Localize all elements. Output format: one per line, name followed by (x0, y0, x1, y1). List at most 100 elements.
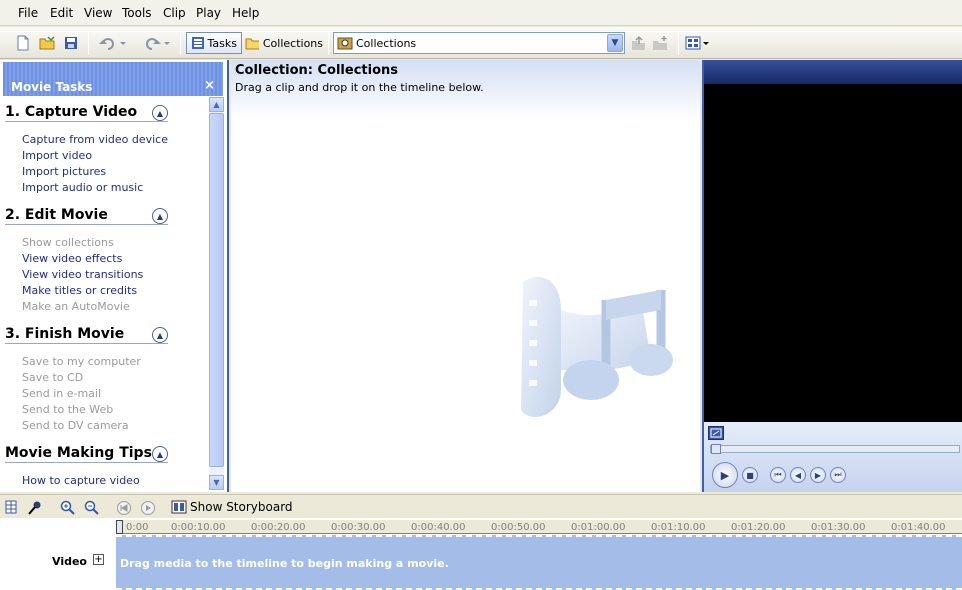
ruler-tick: 0:01:20.00 (731, 522, 786, 533)
storyboard-toggle-button[interactable] (5, 500, 17, 517)
link-capture-from-video-device[interactable]: Capture from video device (22, 133, 168, 146)
new-project-button[interactable] (12, 32, 34, 54)
menu-help[interactable]: Help (232, 6, 259, 20)
collapse-chevron-icon[interactable]: ▲ (152, 105, 168, 121)
forward-button[interactable]: ▶ (810, 467, 826, 483)
link-view-video-effects[interactable]: View video effects (22, 252, 122, 265)
seek-thumb[interactable] (711, 444, 721, 454)
menu-tools[interactable]: Tools (122, 6, 152, 20)
scroll-down-arrow-icon[interactable]: ▼ (209, 475, 224, 490)
preview-screen[interactable] (704, 84, 962, 422)
track-message: Drag media to the timeline to begin maki… (120, 557, 449, 570)
show-storyboard-label: Show Storyboard (190, 500, 293, 514)
menu-clip[interactable]: Clip (163, 6, 186, 20)
rewind-button[interactable]: ◀ (790, 467, 806, 483)
new-document-icon (17, 35, 29, 51)
timeline-grid-icon (5, 500, 17, 514)
redo-arrow-icon (146, 38, 170, 50)
film-music-watermark-icon (521, 277, 673, 418)
tasks-button-label: Tasks (207, 36, 237, 50)
play-icon: ▶ (720, 468, 730, 482)
ruler-tick: 0:01:00.00 (571, 522, 626, 533)
show-storyboard-button[interactable]: Show Storyboard (171, 500, 293, 514)
new-collection-folder-button[interactable] (650, 32, 670, 54)
section-title: 3. Finish Movie (5, 326, 125, 342)
play-button[interactable]: ▶ (712, 462, 738, 488)
expand-plus-icon[interactable]: + (93, 554, 104, 565)
rewind-timeline-button[interactable] (116, 500, 132, 519)
player-controls: ▶ ■ ⏮ ◀ ▶ ⏭ (704, 422, 962, 492)
full-screen-button[interactable] (708, 426, 724, 440)
redo-button[interactable] (140, 32, 172, 54)
toolbar-separator (88, 31, 89, 55)
menu-play[interactable]: Play (196, 6, 221, 20)
previous-frame-button[interactable]: ⏮ (770, 467, 786, 483)
link-import-audio[interactable]: Import audio or music (22, 181, 143, 194)
forward-icon: ▶ (814, 470, 822, 480)
collections-combo[interactable]: Collections ▼ (333, 32, 625, 54)
collections-button[interactable]: Collections (245, 32, 323, 54)
link-view-video-transitions[interactable]: View video transitions (22, 268, 143, 281)
open-project-button[interactable] (36, 32, 58, 54)
save-project-button[interactable] (60, 32, 82, 54)
views-button[interactable] (683, 32, 711, 54)
menu-view[interactable]: View (84, 6, 112, 20)
link-make-titles[interactable]: Make titles or credits (22, 284, 137, 297)
scroll-up-arrow-icon[interactable]: ▲ (209, 97, 224, 112)
stop-icon: ■ (746, 470, 754, 480)
collection-pane[interactable]: Collection: Collections Drag a clip and … (231, 60, 700, 492)
combo-dropdown-arrow[interactable]: ▼ (607, 34, 623, 52)
link-send-email: Send in e-mail (22, 387, 102, 400)
up-one-level-button[interactable] (628, 32, 648, 54)
section-edit-movie: 2. Edit Movie ▲ (5, 207, 168, 225)
link-import-video[interactable]: Import video (22, 149, 92, 162)
undo-button[interactable] (96, 32, 128, 54)
collection-subtitle: Drag a clip and drop it on the timeline … (235, 81, 484, 94)
ruler-tick: 0:00:50.00 (491, 522, 546, 533)
ruler-tick: 0:00:10.00 (171, 522, 226, 533)
section-capture-video: 1. Capture Video ▲ (5, 104, 168, 122)
timeline-ruler[interactable]: 0:00 0:00:10.00 0:00:20.00 0:00:30.00 0:… (116, 520, 962, 534)
link-send-dv-camera: Send to DV camera (22, 419, 129, 432)
skip-back-icon (117, 501, 131, 515)
video-track[interactable]: Drag media to the timeline to begin maki… (116, 535, 962, 590)
tasks-button[interactable]: Tasks (186, 32, 242, 54)
zoom-out-button[interactable] (84, 500, 100, 519)
next-frame-button[interactable]: ⏭ (830, 467, 846, 483)
up-folder-icon (632, 35, 645, 50)
collapse-chevron-icon[interactable]: ▲ (152, 208, 168, 224)
collapse-chevron-icon[interactable]: ▲ (152, 327, 168, 343)
link-send-web: Send to the Web (22, 403, 114, 416)
collapse-chevron-icon[interactable]: ▲ (152, 446, 168, 462)
tasks-scrollbar[interactable]: ▲ ▼ (209, 97, 224, 490)
ruler-tick: 0:00 (126, 522, 149, 533)
toolbar-separator (678, 31, 679, 55)
collections-button-label: Collections (262, 36, 323, 50)
full-screen-icon (710, 428, 722, 438)
skip-forward-icon: ⏭ (834, 470, 842, 479)
link-how-to-capture-video[interactable]: How to capture video (22, 474, 140, 487)
seek-bar[interactable] (710, 444, 960, 454)
zoom-in-icon (60, 500, 75, 515)
ruler-tick: 0:00:40.00 (411, 522, 466, 533)
play-timeline-button[interactable] (140, 500, 156, 519)
menu-file[interactable]: File (18, 6, 38, 20)
toolbar-separator (180, 31, 181, 55)
link-make-automovie: Make an AutoMovie (22, 300, 130, 313)
open-folder-icon (39, 36, 55, 50)
playhead[interactable] (116, 520, 123, 534)
ruler-tick: 0:01:40.00 (891, 522, 946, 533)
skip-back-icon: ⏮ (774, 470, 782, 479)
toolbar-separator (328, 31, 329, 55)
close-icon[interactable]: × (204, 78, 215, 93)
scroll-thumb[interactable] (209, 113, 224, 467)
zoom-in-button[interactable] (60, 500, 76, 519)
link-import-pictures[interactable]: Import pictures (22, 165, 106, 178)
stop-button[interactable]: ■ (742, 467, 758, 483)
narrate-timeline-button[interactable] (27, 500, 43, 519)
folder-icon (245, 38, 259, 50)
chevron-down-icon: ▼ (611, 38, 619, 48)
menu-edit[interactable]: Edit (50, 6, 73, 20)
undo-arrow-icon (99, 38, 126, 50)
ruler-tick: 0:00:30.00 (331, 522, 386, 533)
